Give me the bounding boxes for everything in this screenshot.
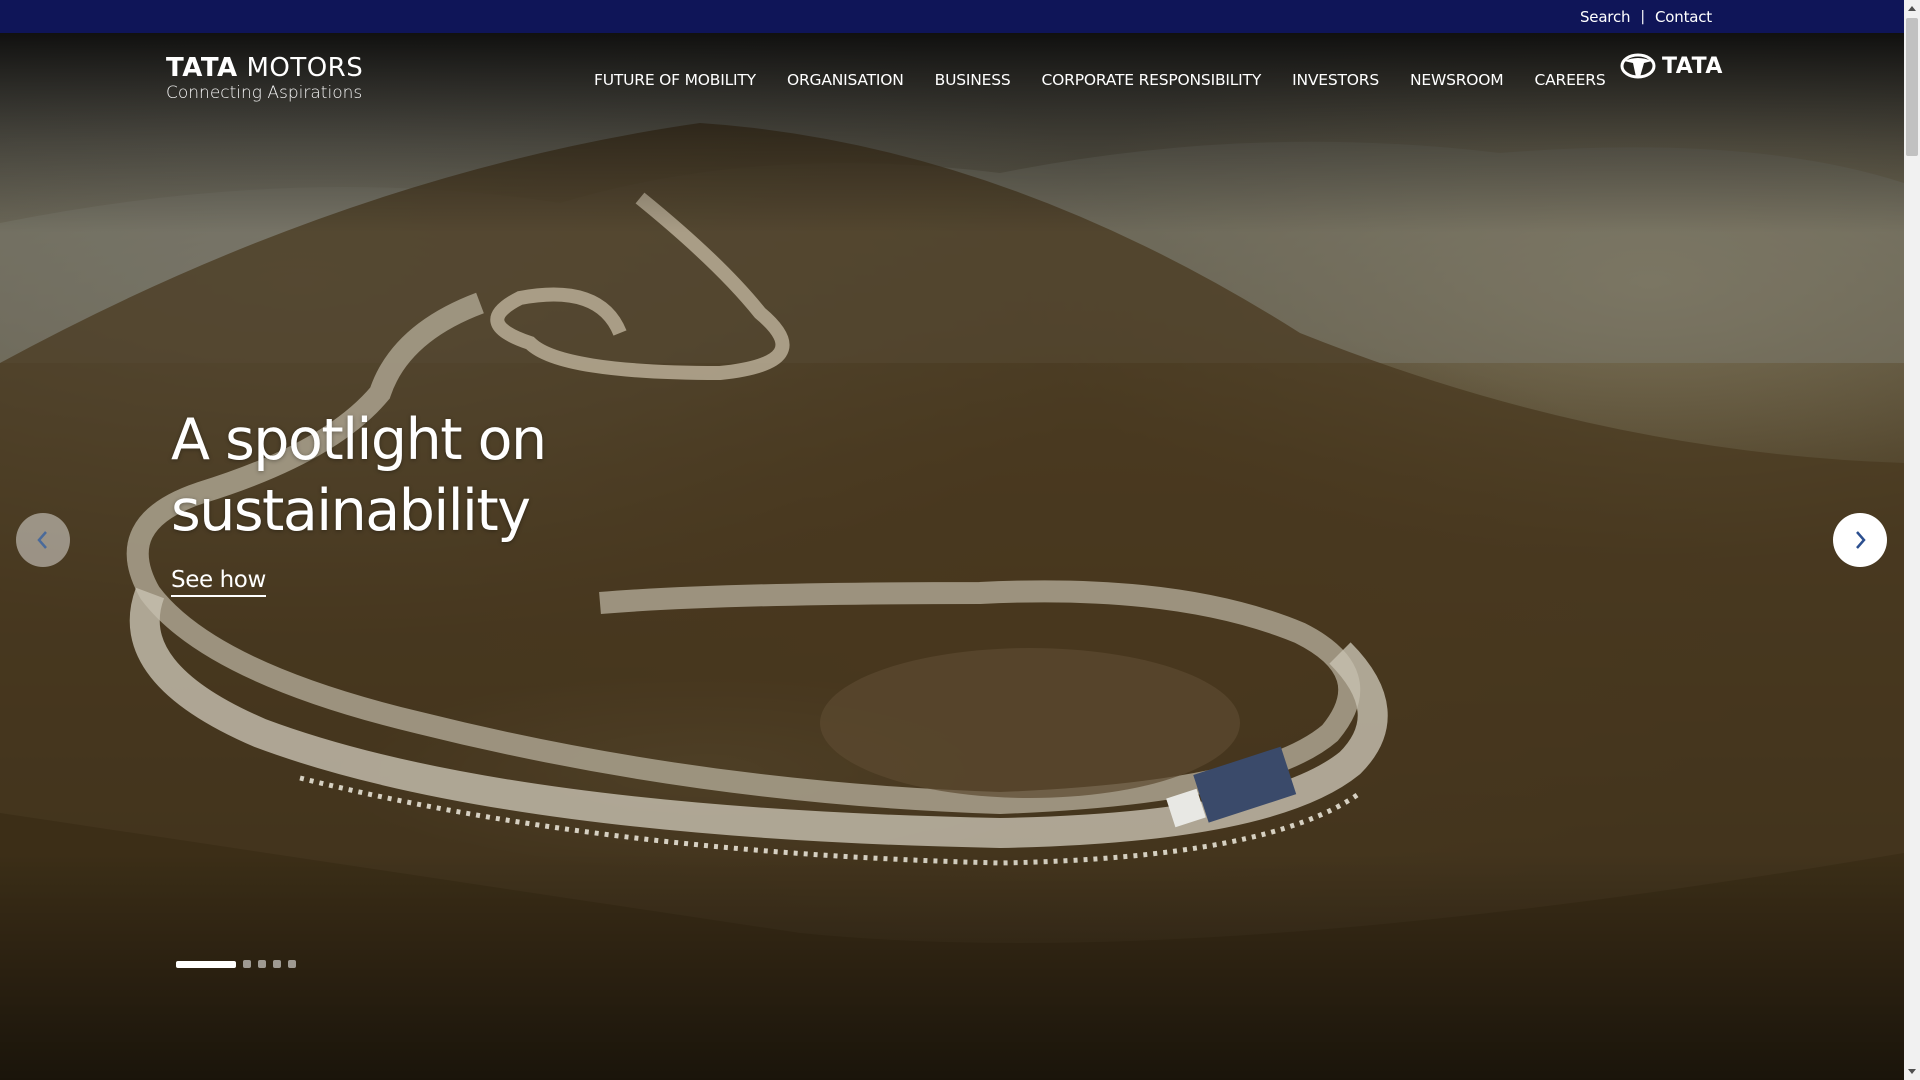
carousel-prev-button[interactable] (16, 513, 70, 567)
chevron-right-icon (1856, 531, 1866, 549)
brand-name-regular: MOTORS (246, 53, 364, 83)
main-nav: FUTURE OF MOBILITY ORGANISATION BUSINESS… (594, 71, 1606, 89)
utility-separator: | (1640, 8, 1646, 25)
contact-link[interactable]: Contact (1655, 8, 1712, 26)
scrollbar-thumb[interactable] (1906, 18, 1918, 156)
carousel-dot-3[interactable] (258, 960, 266, 968)
tata-logo-text: TATA (1662, 53, 1723, 79)
carousel-dot-1[interactable] (176, 960, 236, 968)
brand-name-bold: TATA (166, 53, 238, 83)
scroll-down-arrow-icon[interactable] (1904, 1064, 1920, 1080)
carousel-pagination (176, 960, 296, 968)
tata-group-logo[interactable]: TATA (1620, 53, 1723, 79)
utility-bar: Search | Contact (0, 0, 1904, 33)
carousel-dot-2[interactable] (243, 960, 251, 968)
chevron-left-icon (37, 531, 47, 549)
nav-item-business[interactable]: BUSINESS (935, 71, 1011, 89)
brand-tagline: Connecting Aspirations (166, 83, 363, 103)
see-how-link[interactable]: See how (171, 567, 266, 597)
carousel-next-button[interactable] (1833, 513, 1887, 567)
nav-item-newsroom[interactable]: NEWSROOM (1410, 71, 1504, 89)
nav-item-organisation[interactable]: ORGANISATION (787, 71, 904, 89)
scroll-up-arrow-icon[interactable] (1904, 0, 1920, 16)
search-link[interactable]: Search (1580, 8, 1631, 26)
site-header: TATA MOTORS Connecting Aspirations FUTUR… (0, 33, 1904, 123)
carousel-dot-5[interactable] (288, 960, 296, 968)
nav-item-corporate-responsibility[interactable]: CORPORATE RESPONSIBILITY (1042, 71, 1262, 89)
hero-content: A spotlight on sustainability See how (171, 405, 691, 597)
nav-item-investors[interactable]: INVESTORS (1292, 71, 1379, 89)
carousel-dot-4[interactable] (273, 960, 281, 968)
nav-item-future-of-mobility[interactable]: FUTURE OF MOBILITY (594, 71, 756, 89)
brand-name: TATA MOTORS (166, 55, 363, 81)
nav-item-careers[interactable]: CAREERS (1534, 71, 1605, 89)
page-scrollbar[interactable] (1904, 0, 1920, 1080)
hero-title: A spotlight on sustainability (171, 407, 547, 544)
tata-logo-icon (1620, 53, 1656, 79)
tata-motors-logo[interactable]: TATA MOTORS Connecting Aspirations (166, 55, 363, 103)
